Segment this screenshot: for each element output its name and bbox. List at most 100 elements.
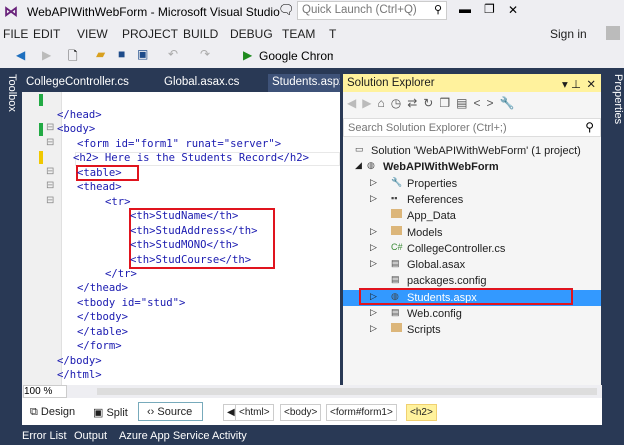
run-icon[interactable]: ▶	[243, 48, 252, 62]
output-tab[interactable]: Output	[74, 430, 107, 442]
fold-toggle-icon[interactable]: ⊟	[46, 166, 54, 177]
fold-toggle-icon[interactable]: ⊟	[46, 195, 54, 206]
breadcrumb-body[interactable]: <body>	[280, 404, 322, 421]
back-icon[interactable]: ◀	[16, 48, 25, 62]
feedback-icon[interactable]: 🗨	[278, 2, 295, 18]
tree-item[interactable]: ▭ Solution 'WebAPIWithWebForm' (1 project…	[343, 143, 601, 159]
tree-item[interactable]: App_Data	[343, 208, 601, 224]
tree-item[interactable]: ▷ ▪▪ References	[343, 192, 601, 208]
breadcrumb-form[interactable]: <form#form1>	[326, 404, 397, 421]
quick-launch-input[interactable]: Quick Launch (Ctrl+Q) ⚲	[297, 1, 447, 20]
code-line: </table>	[77, 326, 129, 338]
refresh-icon[interactable]: ↻	[423, 96, 439, 110]
solution-search-input[interactable]: Search Solution Explorer (Ctrl+;) ⚲	[343, 118, 601, 137]
error-list-tab[interactable]: Error List	[22, 430, 67, 442]
expand-arrow-icon[interactable]: ▷	[370, 307, 377, 318]
expand-arrow-icon[interactable]: ▷	[370, 258, 377, 269]
expand-arrow-icon[interactable]: ▷	[370, 193, 377, 204]
new-project-icon[interactable]: 🗋	[68, 47, 78, 68]
tree-item[interactable]: ▷ 🔧 Properties	[343, 176, 601, 192]
breadcrumb-h2[interactable]: <h2>	[406, 404, 437, 421]
fold-toggle-icon[interactable]: ⊟	[46, 122, 54, 133]
menu-more[interactable]: T	[329, 27, 336, 41]
code-line: <th>StudAddress</th>	[130, 225, 258, 237]
split-tab[interactable]: ▣ Split	[93, 406, 128, 419]
breadcrumb-html[interactable]: <html>	[235, 404, 274, 421]
tree-item[interactable]: ▷ ▤ Global.asax	[343, 257, 601, 273]
tab-students-aspx[interactable]: Students.aspx	[268, 74, 340, 92]
code-line: <tr>	[105, 196, 131, 208]
pin-icon[interactable]: ▾ ⊥	[562, 77, 581, 91]
menu-build[interactable]: BUILD	[183, 27, 218, 41]
code-line: <body>	[57, 123, 96, 135]
folder-icon	[391, 225, 406, 236]
tree-item[interactable]: ▤ packages.config	[343, 273, 601, 289]
redo-icon[interactable]: ↷	[200, 47, 210, 61]
collapse-arrow-icon[interactable]: ◢	[355, 160, 362, 171]
wrench-icon[interactable]: 🔧	[499, 96, 520, 110]
expand-arrow-icon[interactable]: ▷	[370, 177, 377, 188]
menu-file[interactable]: FILE	[3, 27, 28, 41]
menu-project[interactable]: PROJECT	[122, 27, 178, 41]
fold-toggle-icon[interactable]: ⊟	[46, 137, 54, 148]
forward-icon[interactable]: ▶	[42, 48, 51, 62]
home-icon[interactable]: ⌂	[377, 96, 390, 110]
menu-edit[interactable]: EDIT	[33, 27, 60, 41]
save-all-icon[interactable]: ▣	[137, 47, 148, 61]
history-icon[interactable]: ◷	[391, 96, 407, 110]
tree-item[interactable]: ◢ ◍ WebAPIWithWebForm	[343, 159, 601, 175]
tree-item-label: packages.config	[407, 275, 487, 288]
undo-icon[interactable]: ↶	[168, 47, 178, 61]
search-icon: ⚲	[433, 4, 442, 16]
save-icon[interactable]: ■	[118, 47, 125, 61]
code-icon[interactable]: <>	[473, 96, 499, 110]
zoom-row: 100 %	[22, 385, 602, 398]
tree-item-label: WebAPIWithWebForm	[383, 161, 499, 174]
tree-item[interactable]: ▷ ▤ Web.config	[343, 306, 601, 322]
expand-arrow-icon[interactable]: ▷	[370, 226, 377, 237]
tree-item-label: Scripts	[407, 324, 441, 337]
tree-item-label: Properties	[407, 177, 458, 190]
source-tab[interactable]: ‹› Source	[138, 402, 204, 421]
sign-in-link[interactable]: Sign in	[550, 27, 587, 41]
sync-icon[interactable]: ⇄	[407, 96, 423, 110]
tab-college-controller[interactable]: CollegeController.cs	[22, 74, 133, 92]
restore-button[interactable]: ❐	[484, 2, 495, 16]
title-bar: ⋈ WebAPIWithWebForm - Microsoft Visual S…	[0, 0, 624, 22]
menu-debug[interactable]: DEBUG	[230, 27, 273, 41]
solution-toolbar: ◀▶⌂◷⇄↻❐▤<>🔧	[347, 96, 520, 110]
run-target[interactable]: Google Chrome	[259, 49, 333, 63]
properties-tab[interactable]: Properties	[604, 68, 624, 388]
design-tab[interactable]: ⧉ Design	[30, 406, 75, 419]
horizontal-scrollbar[interactable]	[97, 388, 597, 395]
tree-item[interactable]: ▷ Scripts	[343, 322, 601, 338]
expand-arrow-icon[interactable]: ▷	[370, 323, 377, 334]
open-icon[interactable]: ▰	[96, 47, 105, 61]
tab-global-asax[interactable]: Global.asax.cs	[160, 74, 243, 92]
code-line: <th>StudName</th>	[130, 210, 239, 222]
code-line: <thead>	[77, 181, 122, 193]
toolbox-tab[interactable]: Toolbox	[0, 68, 18, 388]
file-icon: ▤	[391, 258, 400, 269]
references-icon: ▪▪	[391, 192, 398, 203]
menu-team[interactable]: TEAM	[282, 27, 315, 41]
collapse-icon[interactable]: ❐	[439, 96, 456, 110]
azure-activity-tab[interactable]: Azure App Service Activity	[119, 430, 247, 442]
menu-view[interactable]: VIEW	[77, 27, 108, 41]
avatar[interactable]	[606, 26, 620, 40]
back-icon[interactable]: ◀▶	[347, 96, 377, 110]
fold-toggle-icon[interactable]: ⊟	[46, 180, 54, 191]
tree-item-label: CollegeController.cs	[407, 242, 506, 255]
minimize-button[interactable]: ▬	[459, 2, 471, 16]
tree-item[interactable]: ▷ Models	[343, 225, 601, 241]
tree-item-label: References	[407, 193, 464, 206]
tree-item[interactable]: ▷ C# CollegeController.cs	[343, 241, 601, 257]
window-title: WebAPIWithWebForm - Microsoft Visual Stu…	[27, 5, 280, 19]
expand-arrow-icon[interactable]: ▷	[370, 242, 377, 253]
code-editor[interactable]: </head> <body> ⊟ <form id="form1" runat="se…	[22, 92, 340, 385]
code-line: </tbody>	[77, 311, 129, 323]
close-button[interactable]: ✕	[508, 3, 518, 17]
zoom-select[interactable]: 100 %	[23, 385, 67, 398]
close-panel-icon[interactable]: ✕	[586, 77, 596, 91]
show-files-icon[interactable]: ▤	[456, 96, 473, 110]
